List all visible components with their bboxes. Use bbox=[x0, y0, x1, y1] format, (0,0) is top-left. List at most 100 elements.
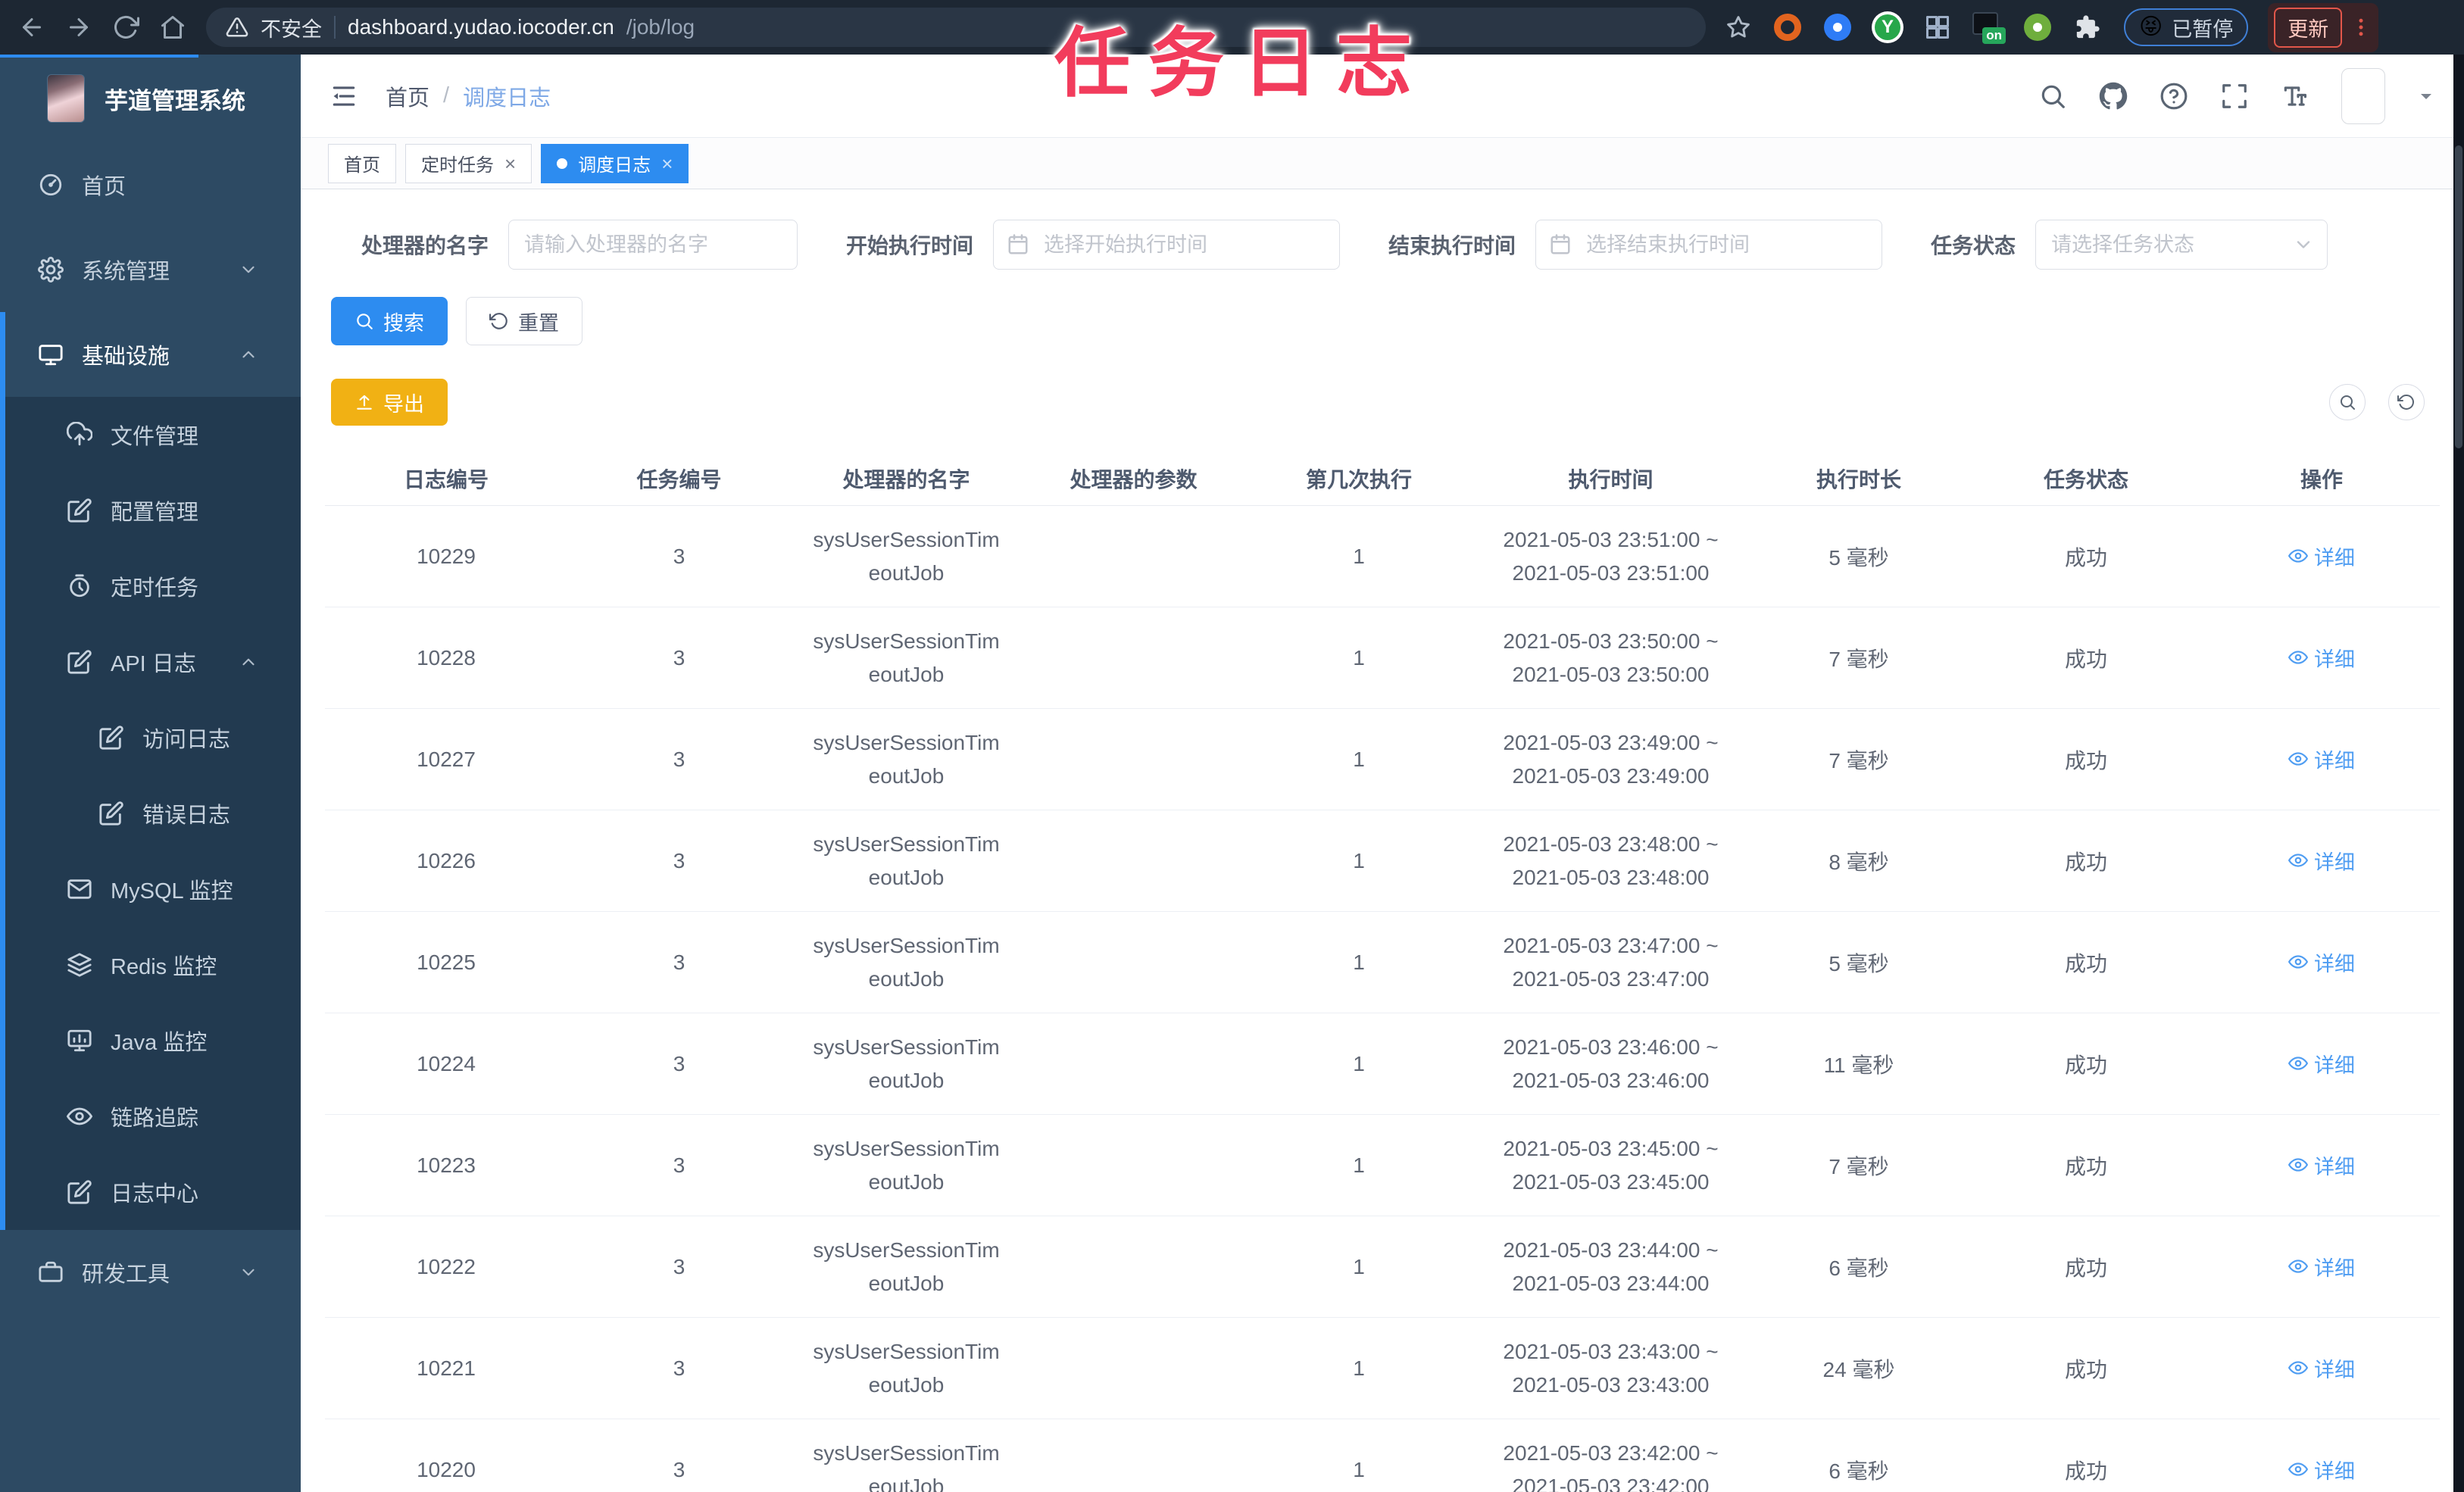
table-row: 10226 3 sysUserSessionTim eoutJob 1 2021-05-0… bbox=[325, 810, 2440, 912]
detail-link[interactable]: 详细 bbox=[2288, 846, 2355, 876]
table-row: 10228 3 sysUserSessionTim eoutJob 1 2021-05-0… bbox=[325, 607, 2440, 709]
sidebar-item-system-management[interactable]: 系统管理 bbox=[0, 227, 301, 312]
export-button-icon bbox=[354, 392, 374, 412]
detail-link[interactable]: 详细 bbox=[2288, 1049, 2355, 1078]
sidebar-item-redis-monitor[interactable]: Redis 监控 bbox=[0, 927, 301, 1003]
browser-toolbar: 不安全 dashboard.yudao.iocoder.cn /job/log … bbox=[0, 0, 2464, 55]
toggle-search-button[interactable] bbox=[2329, 384, 2366, 420]
sidebar-item-error-logs[interactable]: 错误日志 bbox=[0, 776, 301, 851]
sidebar-item-dev-tools[interactable]: 研发工具 bbox=[0, 1230, 301, 1315]
ext-blue-lamp-icon[interactable] bbox=[1821, 11, 1854, 44]
sidebar-item-infrastructure[interactable]: 基础设施 bbox=[0, 312, 301, 397]
detail-link[interactable]: 详细 bbox=[2288, 1252, 2355, 1281]
sidebar-collapse-icon[interactable] bbox=[329, 82, 358, 111]
sidebar-item-access-logs[interactable]: 访问日志 bbox=[0, 700, 301, 776]
table-row: 10225 3 sysUserSessionTim eoutJob 1 2021-05-0… bbox=[325, 912, 2440, 1013]
browser-menu-icon[interactable] bbox=[2350, 16, 2372, 39]
close-tab-icon[interactable]: × bbox=[504, 154, 516, 173]
breadcrumb-home[interactable]: 首页 bbox=[386, 80, 429, 112]
cell-handler-name: sysUserSessionTim eoutJob bbox=[791, 1132, 1022, 1199]
bookmark-star-icon[interactable] bbox=[1725, 14, 1751, 40]
filter-group-handler-name: 处理器的名字 bbox=[361, 220, 798, 270]
sidebar-item-java-monitor[interactable]: Java 监控 bbox=[0, 1003, 301, 1078]
user-avatar[interactable] bbox=[2341, 67, 2385, 124]
detail-link[interactable]: 详细 bbox=[2288, 542, 2355, 571]
reload-icon[interactable] bbox=[112, 14, 139, 41]
tab-home[interactable]: 首页 bbox=[328, 143, 396, 183]
close-tab-icon[interactable]: × bbox=[661, 154, 673, 173]
sidebar-item-label: 链路追踪 bbox=[111, 1107, 199, 1131]
tab-job-log[interactable]: 调度日志 × bbox=[541, 143, 689, 183]
cell-execute-time-line1: 2021-05-03 23:44:00 ~ bbox=[1503, 1238, 1719, 1262]
scrollbar-thumb[interactable] bbox=[2455, 145, 2462, 448]
sidebar-item-log-center[interactable]: 日志中心 bbox=[0, 1154, 301, 1230]
header-search-icon[interactable] bbox=[2038, 82, 2067, 111]
reset-button[interactable]: 重置 bbox=[466, 297, 582, 345]
ext-switchy-icon[interactable]: on bbox=[1971, 11, 2006, 44]
detail-link[interactable]: 详细 bbox=[2288, 947, 2355, 977]
reset-button-icon bbox=[489, 311, 509, 331]
tab-scheduled-tasks[interactable]: 定时任务 × bbox=[405, 143, 532, 183]
cloud-upload-icon bbox=[67, 422, 92, 448]
begin-time-input[interactable] bbox=[993, 220, 1341, 270]
sidebar-item-file-management[interactable]: 文件管理 bbox=[0, 397, 301, 473]
search-button[interactable]: 搜索 bbox=[331, 297, 448, 345]
app-logo-row[interactable]: 芋道管理系统 bbox=[0, 55, 301, 142]
help-icon[interactable] bbox=[2160, 82, 2188, 111]
cell-execute-time: 2021-05-03 23:50:00 ~ 2021-05-03 23:50:00 bbox=[1472, 625, 1749, 691]
not-secure-icon[interactable] bbox=[226, 16, 248, 39]
sidebar-item-label: 配置管理 bbox=[111, 501, 199, 525]
cell-duration: 6 毫秒 bbox=[1828, 1459, 1889, 1483]
detail-link[interactable]: 详细 bbox=[2288, 1353, 2355, 1383]
detail-link[interactable]: 详细 bbox=[2288, 1150, 2355, 1180]
sidebar-item-api-logs[interactable]: API 日志 bbox=[0, 624, 301, 700]
cell-handler-name-line1: sysUserSessionTim bbox=[813, 527, 1000, 551]
sidebar-item-config-management[interactable]: 配置管理 bbox=[0, 473, 301, 548]
forward-icon[interactable] bbox=[65, 14, 92, 41]
ext-leaf-icon[interactable] bbox=[2021, 11, 2054, 44]
home-icon[interactable] bbox=[159, 14, 186, 41]
cell-execute-time-line2: 2021-05-03 23:42:00 bbox=[1512, 1474, 1710, 1492]
detail-link[interactable]: 详细 bbox=[2288, 1455, 2355, 1484]
address-bar[interactable]: 不安全 dashboard.yudao.iocoder.cn /job/log bbox=[206, 8, 1706, 47]
log-icon bbox=[67, 1179, 92, 1205]
ext-puzzle-icon[interactable] bbox=[2071, 11, 2104, 44]
font-size-icon[interactable] bbox=[2281, 82, 2309, 111]
sidebar-item-trace[interactable]: 链路追踪 bbox=[0, 1078, 301, 1154]
fullscreen-icon[interactable] bbox=[2220, 82, 2249, 111]
sidebar-item-home[interactable]: 首页 bbox=[0, 142, 301, 227]
dashboard-icon bbox=[38, 172, 64, 198]
back-icon[interactable] bbox=[18, 14, 45, 41]
cell-execute-time-line2: 2021-05-03 23:48:00 bbox=[1512, 865, 1710, 889]
sidebar-item-scheduled-tasks[interactable]: 定时任务 bbox=[0, 548, 301, 624]
sidebar: 芋道管理系统 首页系统管理基础设施 文件管理配置管理定时任务 API 日志 访问日志… bbox=[0, 55, 301, 1492]
cell-execute-time: 2021-05-03 23:45:00 ~ 2021-05-03 23:45:00 bbox=[1472, 1132, 1749, 1199]
github-icon[interactable] bbox=[2099, 82, 2128, 111]
profile-paused-pill[interactable]: 😝 已暂停 bbox=[2124, 8, 2249, 46]
ext-orange-ring-icon[interactable] bbox=[1771, 11, 1804, 44]
refresh-table-button[interactable] bbox=[2388, 384, 2425, 420]
sidebar-item-label: 系统管理 bbox=[82, 260, 170, 284]
end-time-input[interactable] bbox=[1535, 220, 1883, 270]
sidebar-item-mysql-monitor[interactable]: MySQL 监控 bbox=[0, 851, 301, 927]
cell-execute-time-line1: 2021-05-03 23:46:00 ~ bbox=[1503, 1035, 1719, 1059]
column-header: 日志编号 bbox=[403, 467, 489, 492]
cell-job-id: 3 bbox=[673, 1356, 685, 1380]
detail-link[interactable]: 详细 bbox=[2288, 643, 2355, 673]
job-status-input[interactable] bbox=[2035, 220, 2328, 270]
chevron-up-icon bbox=[239, 345, 258, 364]
cell-execute-time: 2021-05-03 23:43:00 ~ 2021-05-03 23:43:00 bbox=[1472, 1335, 1749, 1402]
log-icon bbox=[98, 725, 124, 751]
cell-handler-name-line1: sysUserSessionTim bbox=[813, 1440, 1000, 1465]
update-button[interactable]: 更新 bbox=[2274, 7, 2343, 48]
detail-link[interactable]: 详细 bbox=[2288, 744, 2355, 774]
user-menu-caret-icon[interactable] bbox=[2417, 87, 2435, 105]
cell-duration: 5 毫秒 bbox=[1828, 951, 1889, 975]
cell-execute-time-line1: 2021-05-03 23:49:00 ~ bbox=[1503, 730, 1719, 754]
export-button[interactable]: 导出 bbox=[331, 379, 448, 426]
ext-grid-icon[interactable] bbox=[1921, 11, 1954, 44]
ext-green-y-icon[interactable]: Y bbox=[1871, 11, 1904, 44]
handler-name-input[interactable] bbox=[508, 220, 798, 270]
sidebar-item-label: 错误日志 bbox=[142, 804, 231, 828]
sidebar-item-label: 文件管理 bbox=[111, 425, 199, 449]
